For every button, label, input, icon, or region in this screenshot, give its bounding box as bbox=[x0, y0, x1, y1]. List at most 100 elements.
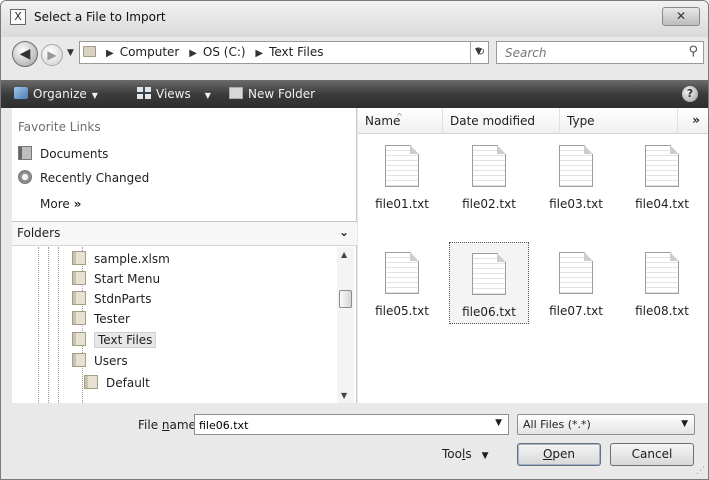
scroll-down-icon[interactable]: ▼ bbox=[341, 391, 347, 400]
breadcrumb[interactable]: ▶ Computer ▶ OS (C:) ▶ Text Files ▼ bbox=[79, 41, 489, 64]
file-item[interactable]: file03.txt bbox=[536, 135, 616, 217]
new-folder-label: New Folder bbox=[248, 87, 316, 101]
folder-tree: sample.xlsm Start Menu StdnParts Tester … bbox=[12, 247, 334, 403]
close-button[interactable]: ✕ bbox=[662, 7, 700, 26]
file-item[interactable]: file08.txt bbox=[622, 242, 702, 324]
folder-icon bbox=[72, 332, 86, 346]
file-item[interactable]: file01.txt bbox=[362, 135, 442, 217]
breadcrumb-separator[interactable]: ▶ bbox=[249, 48, 269, 59]
column-header-type[interactable]: Type bbox=[560, 108, 678, 134]
file-item-selected[interactable]: file06.txt bbox=[449, 242, 529, 324]
search-icon[interactable]: ⚲ bbox=[688, 44, 698, 59]
tree-item[interactable]: Users bbox=[72, 351, 128, 371]
tree-item-label: Users bbox=[94, 354, 128, 368]
sort-ascending-icon: ^ bbox=[396, 112, 403, 121]
label-text: Too bbox=[442, 447, 462, 461]
file-item[interactable]: file05.txt bbox=[362, 242, 442, 324]
app-icon: X bbox=[10, 9, 26, 25]
folders-label: Folders bbox=[17, 226, 61, 240]
folder-icon bbox=[84, 375, 98, 389]
open-button[interactable]: Open bbox=[517, 443, 601, 466]
text-file-icon bbox=[645, 252, 679, 294]
tree-connector bbox=[48, 247, 49, 403]
file-item[interactable]: file02.txt bbox=[449, 135, 529, 217]
column-label: Date modified bbox=[450, 114, 536, 128]
breadcrumb-computer[interactable]: Computer bbox=[120, 45, 180, 59]
text-file-icon bbox=[472, 253, 506, 295]
file-name-combobox[interactable]: ▼ bbox=[194, 414, 509, 435]
file-name: file04.txt bbox=[635, 197, 689, 211]
tree-connector bbox=[58, 247, 59, 403]
text-file-icon bbox=[559, 252, 593, 294]
chevron-down-icon[interactable]: ▼ bbox=[681, 415, 688, 434]
window-title: Select a File to Import bbox=[34, 10, 166, 24]
forward-button[interactable]: ▶ bbox=[41, 44, 63, 66]
tree-item[interactable]: StdnParts bbox=[72, 289, 152, 309]
tree-item-selected[interactable]: Text Files bbox=[72, 330, 157, 350]
recently-changed-icon bbox=[18, 170, 32, 184]
documents-icon bbox=[18, 146, 32, 160]
favorite-recently-changed[interactable]: Recently Changed bbox=[18, 169, 149, 187]
file-name: file07.txt bbox=[549, 304, 603, 318]
more-favorites-link[interactable]: More » bbox=[40, 195, 81, 213]
breadcrumb-separator[interactable]: ▶ bbox=[100, 48, 120, 59]
chevron-down-icon[interactable]: ⌄ bbox=[339, 225, 349, 239]
breadcrumb-separator[interactable]: ▶ bbox=[183, 48, 203, 59]
tree-item-label: sample.xlsm bbox=[94, 252, 170, 266]
favorite-documents[interactable]: Documents bbox=[18, 145, 108, 163]
search-input[interactable] bbox=[505, 43, 665, 63]
tree-item-label: StdnParts bbox=[94, 292, 152, 306]
folders-header[interactable]: Folders ⌄ bbox=[12, 221, 357, 246]
resize-grip-icon[interactable]: ⋰ bbox=[696, 466, 705, 476]
file-name-label: File name: bbox=[138, 418, 200, 432]
column-header-name[interactable]: ^ Name bbox=[358, 108, 443, 134]
chevron-down-icon: ▼ bbox=[91, 91, 98, 100]
file-type-filter[interactable]: All Files (*.*) ▼ bbox=[517, 414, 695, 435]
folder-icon bbox=[72, 291, 86, 305]
scrollbar-thumb[interactable] bbox=[339, 290, 352, 308]
cancel-button[interactable]: Cancel bbox=[610, 443, 694, 466]
tree-item[interactable]: Tester bbox=[72, 309, 130, 329]
file-item[interactable]: file07.txt bbox=[536, 242, 616, 324]
favorite-label: Documents bbox=[40, 147, 109, 161]
views-button[interactable]: Views ▼ bbox=[137, 85, 211, 103]
organize-button[interactable]: Organize ▼ bbox=[14, 85, 98, 103]
scroll-up-icon[interactable]: ▲ bbox=[341, 250, 347, 259]
breadcrumb-folder[interactable]: Text Files bbox=[269, 45, 323, 59]
new-folder-button[interactable]: New Folder bbox=[229, 85, 315, 103]
double-chevron-icon: » bbox=[73, 197, 82, 211]
tree-item[interactable]: Default bbox=[84, 373, 150, 393]
help-icon[interactable]: ? bbox=[682, 86, 698, 102]
label-text: File bbox=[138, 418, 162, 432]
chevron-down-icon[interactable]: ▼ bbox=[495, 418, 502, 428]
label-accesskey: O bbox=[542, 447, 553, 461]
tools-button[interactable]: Tools ▼ bbox=[442, 447, 489, 461]
tree-item-label: Default bbox=[106, 376, 150, 390]
tree-item[interactable]: Start Menu bbox=[72, 269, 160, 289]
file-name: file05.txt bbox=[375, 304, 429, 318]
folder-icon bbox=[72, 271, 86, 285]
views-label: Views bbox=[156, 87, 191, 101]
tree-connector bbox=[38, 247, 39, 403]
more-columns-icon[interactable]: » bbox=[692, 113, 700, 127]
folder-icon bbox=[72, 311, 86, 325]
favorite-links-header: Favorite Links bbox=[18, 120, 101, 134]
recent-pages-dropdown[interactable]: ▼ bbox=[67, 48, 74, 58]
organize-label: Organize bbox=[33, 87, 87, 101]
tree-item[interactable]: sample.xlsm bbox=[72, 249, 170, 269]
column-header-date-modified[interactable]: Date modified bbox=[443, 108, 560, 134]
search-box[interactable]: ⚲ bbox=[496, 41, 704, 64]
favorite-label: Recently Changed bbox=[40, 171, 150, 185]
column-headers: ^ Name Date modified Type » bbox=[358, 108, 708, 134]
file-item[interactable]: file04.txt bbox=[622, 135, 702, 217]
back-button[interactable]: ◀ bbox=[12, 41, 38, 67]
file-name-field[interactable] bbox=[199, 416, 479, 434]
title-bar[interactable]: X Select a File to Import ✕ bbox=[1, 1, 708, 37]
breadcrumb-drive[interactable]: OS (C:) bbox=[203, 45, 246, 59]
command-toolbar: Organize ▼ Views ▼ New Folder ? bbox=[1, 80, 708, 108]
column-label: Type bbox=[567, 114, 595, 128]
file-name: file03.txt bbox=[549, 197, 603, 211]
file-name: file08.txt bbox=[635, 304, 689, 318]
tree-scrollbar[interactable]: ▲ ▼ bbox=[337, 247, 354, 403]
refresh-button[interactable]: ↻ bbox=[470, 42, 490, 63]
